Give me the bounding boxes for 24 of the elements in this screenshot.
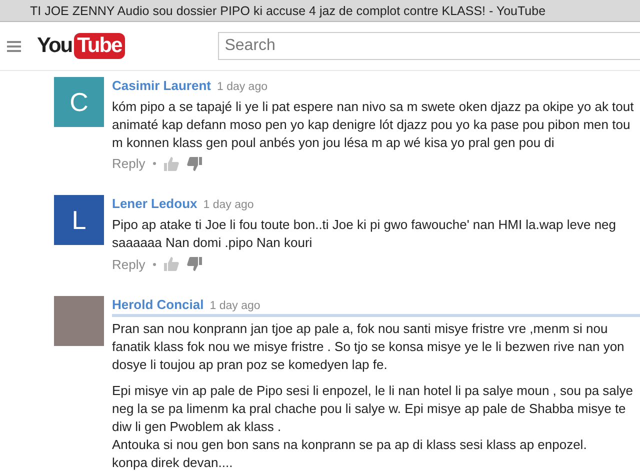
avatar: C: [54, 77, 104, 127]
author-name[interactable]: Lener Ledoux: [112, 196, 198, 212]
thumbs-down-icon[interactable]: [187, 156, 202, 171]
comment-time[interactable]: 1 day ago: [203, 199, 254, 212]
comment-text: Epi misye vin ap pale de Pipo sesi li enpozel, le li nan hotel li pa salye moun , sou pa salye neg la se pa limenm ka pral chache pou li salye w. Epi misye ap pale de Shabba misye te diw li gen Pwoblem ak klass . Antouka si nou gen bon sans na konprann se pa ap di klass sesi klass ap enpozel. konpa direk devan....: [112, 382, 634, 471]
thumbs-up-icon[interactable]: [164, 156, 180, 171]
menu-icon[interactable]: [7, 40, 21, 52]
reply-link[interactable]: Reply: [112, 256, 146, 272]
author-name[interactable]: Herold Concial: [112, 296, 204, 312]
author-name[interactable]: Casimir Laurent: [112, 78, 211, 93]
search-field[interactable]: Search: [218, 32, 640, 60]
comment-text: kóm pipo a se tapajé li ye li pat espere nan nivo sa m swete oken djazz pa okipe yo ak tout animaté kap defann moso pen yo kap denigre lót djazz pou yo ka pase pou pibon men tou m konnen klass gen poul anbés yon jou lésa m ap wé kisa yo pral gen pou di: [112, 98, 635, 152]
avatar: L: [54, 195, 104, 246]
comment-text: Pran san nou konprann jan tjoe ap pale a, fok nou santi misye fristre vre ,menm si nou fanatik klass fok nou we misye fristre . So tjo se konsa misye ye le li bezwen rive nan yon dosye li toujou ap pran poz se komedyen lap fe.: [112, 320, 626, 374]
reply-link[interactable]: Reply: [112, 156, 146, 172]
comment-time[interactable]: 1 day ago: [210, 300, 260, 312]
separator-dot: [153, 162, 156, 166]
window-title: TI JOE ZENNY Audio sou dossier PIPO ki accuse 4 jaz de complot contre KLASS! - YouTube: [30, 4, 546, 18]
comment-text: Pipo ap atake ti Joe li fou toute bon..ti Joe ki pi gwo fawouche' nan HMI la.wap leve neg saaaaaa Nan domi .pipo Nan kouri: [112, 216, 618, 252]
comment-time[interactable]: 1 day ago: [216, 81, 268, 93]
thumbs-up-icon[interactable]: [164, 257, 180, 272]
photo-placeholder: [54, 296, 104, 346]
thumbs-down-icon[interactable]: [187, 257, 202, 272]
separator-dot: [153, 262, 156, 266]
